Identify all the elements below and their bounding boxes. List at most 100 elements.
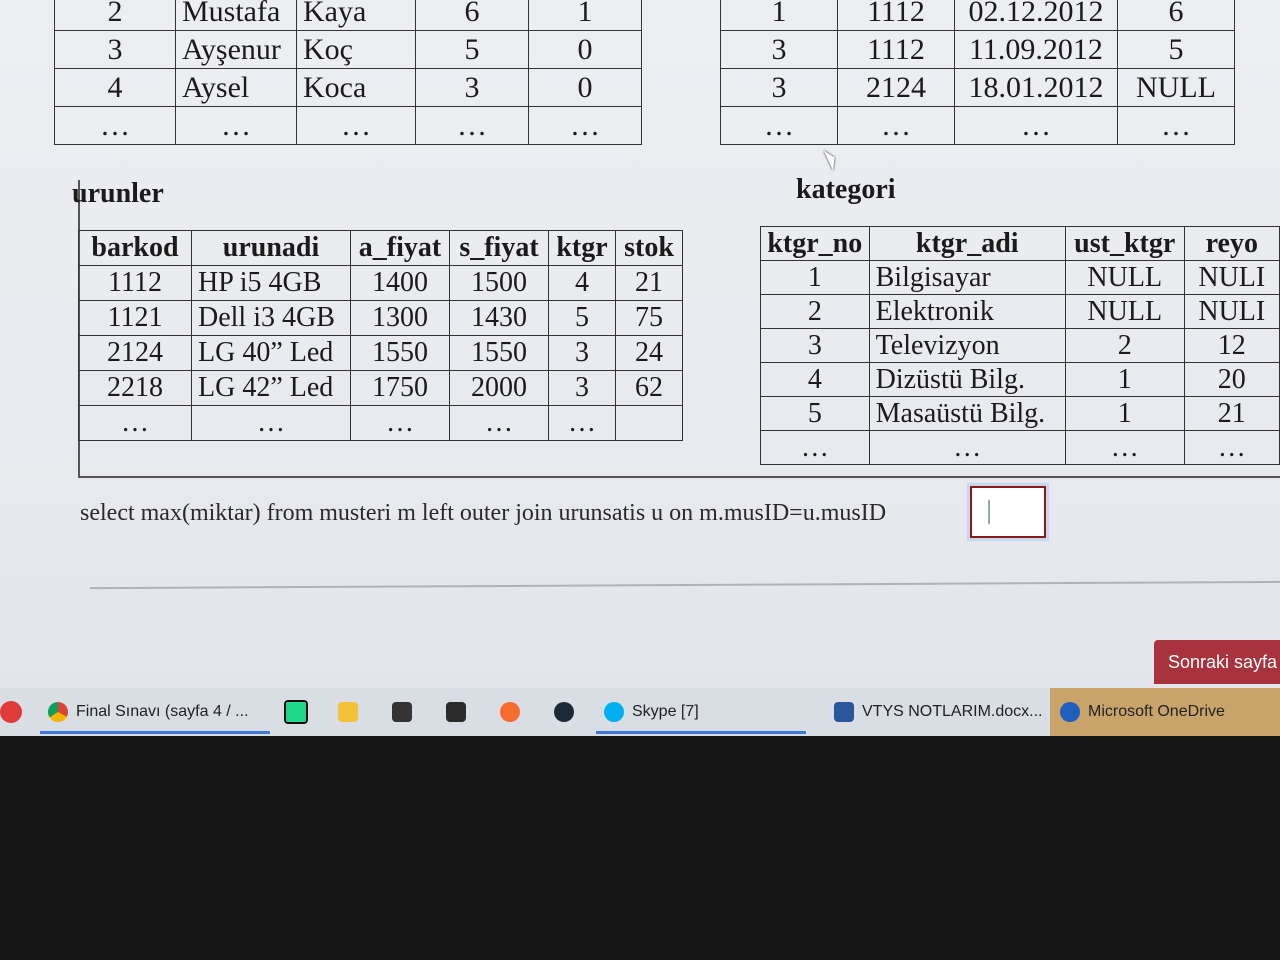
active-indicator [596, 731, 806, 734]
table-row: 2 Mustafa Kaya 6 1 [54, 0, 642, 31]
table-cell: 21 [1183, 396, 1280, 431]
table-cell: 6 [1117, 0, 1235, 31]
taskbar-item-pycharm[interactable] [284, 688, 308, 736]
table-row: 5 Masaüstü Bilg. 1 21 [760, 396, 1280, 431]
column-header: ktgr [548, 230, 616, 266]
table-cell: 1300 [350, 300, 450, 336]
table-cell: Aysel [175, 68, 297, 107]
answer-input[interactable] [970, 486, 1046, 538]
steam-icon [554, 702, 574, 722]
store-icon [392, 702, 412, 722]
table-cell: 1 [1064, 362, 1185, 397]
table-cell: … [528, 106, 642, 145]
skype-icon [604, 702, 624, 722]
taskbar-item-origin[interactable] [500, 688, 520, 736]
taskbar-item-label: Microsoft OneDrive [1088, 703, 1225, 720]
table-cell: 4 [54, 68, 176, 107]
taskbar-item-skype[interactable]: Skype [7] [596, 688, 806, 736]
taskbar-item-word[interactable]: VTYS NOTLARIM.docx... [834, 688, 1042, 736]
table-cell: 11.09.2012 [954, 30, 1118, 69]
next-page-button[interactable]: Sonraki sayfa [1154, 640, 1280, 684]
table-cell: 1550 [350, 335, 450, 371]
column-header: ust_ktgr [1064, 226, 1185, 261]
table-cell: 2218 [78, 370, 192, 406]
table-cell: 2 [760, 294, 870, 329]
table-cell: 4 [548, 265, 616, 301]
taskbar-item-onedrive[interactable]: Microsoft OneDrive [1050, 688, 1280, 736]
table-header-row: barkod urunadi a_fiyat s_fiyat ktgr stok [78, 230, 683, 266]
table-cell: 1121 [78, 300, 192, 336]
table-cell: 3 [720, 68, 838, 107]
table-cell: 3 [415, 68, 529, 107]
column-header: stok [615, 230, 683, 266]
table-row: … … … … [760, 430, 1280, 465]
taskbar-item-store[interactable] [392, 688, 412, 736]
table-cell: Mustafa [175, 0, 297, 31]
origin-icon [500, 702, 520, 722]
table-cell: LG 40” Led [191, 335, 351, 371]
table-cell: … [54, 106, 176, 145]
table-cell: … [548, 405, 616, 441]
table-cell: … [868, 430, 1066, 465]
table-cell: NULL [1117, 68, 1235, 107]
epic-games-icon [446, 702, 466, 722]
table-row: … … … … … [78, 405, 683, 441]
table-cell: 2 [1064, 328, 1185, 363]
taskbar-item-label: Final Sınavı (sayfa 4 / ... [76, 703, 249, 720]
table-cell: … [1183, 430, 1280, 465]
kategori-table: ktgr_no ktgr_adi ust_ktgr reyo 1 Bilgisa… [760, 226, 1280, 465]
table-row: 3 Televizyon 2 12 [760, 328, 1280, 363]
file-explorer-icon [338, 702, 358, 722]
table-cell: 3 [54, 30, 176, 69]
table-cell: 1750 [350, 370, 450, 406]
table-cell: 20 [1183, 362, 1280, 397]
taskbar: Final Sınavı (sayfa 4 / ... Skype [7] VT… [0, 688, 1280, 736]
active-indicator [40, 731, 270, 734]
table-cell: NULI [1183, 294, 1280, 329]
urunsatis-table: 1 1112 02.12.2012 6 3 1112 11.09.2012 5 … [720, 0, 1235, 145]
text-caret [988, 500, 990, 524]
table-cell: 62 [615, 370, 683, 406]
table-row: 1 1112 02.12.2012 6 [720, 0, 1235, 31]
taskbar-item-steam[interactable] [554, 688, 574, 736]
table-row: … … … … [720, 106, 1235, 145]
table-cell: 6 [415, 0, 529, 31]
table-cell: 3 [548, 335, 616, 371]
table-cell: HP i5 4GB [191, 265, 351, 301]
column-header: ktgr_no [760, 226, 870, 261]
table-cell: 5 [760, 396, 870, 431]
table-cell: 3 [760, 328, 870, 363]
table-cell: 12 [1183, 328, 1280, 363]
musteri-table: 2 Mustafa Kaya 6 1 3 Ayşenur Koç 5 0 4 A… [54, 0, 642, 145]
desk-background [0, 736, 1280, 960]
table-cell: 1112 [78, 265, 192, 301]
table-row: … … … … … [54, 106, 642, 145]
table-cell: 2000 [449, 370, 549, 406]
word-icon [834, 702, 854, 722]
table-cell: 18.01.2012 [954, 68, 1118, 107]
exam-page: 2 Mustafa Kaya 6 1 3 Ayşenur Koç 5 0 4 A… [0, 0, 1280, 740]
table-cell: NULI [1183, 260, 1280, 295]
table-row: 3 Ayşenur Koç 5 0 [54, 30, 642, 69]
column-header: a_fiyat [350, 230, 450, 266]
column-header: reyo [1183, 226, 1280, 261]
table-cell: 1430 [449, 300, 549, 336]
taskbar-start[interactable] [0, 688, 22, 736]
table-cell: 1 [720, 0, 838, 31]
table-cell: NULL [1064, 294, 1185, 329]
taskbar-item-explorer[interactable] [338, 688, 358, 736]
table-cell: … [720, 106, 838, 145]
taskbar-item-epic[interactable] [446, 688, 466, 736]
pycharm-icon [284, 700, 308, 724]
table-cell: … [1117, 106, 1235, 145]
table-cell: … [837, 106, 955, 145]
table-cell: Dizüstü Bilg. [868, 362, 1066, 397]
table-cell: Televizyon [868, 328, 1066, 363]
table-cell: 3 [548, 370, 616, 406]
divider [90, 580, 1280, 590]
column-header: s_fiyat [449, 230, 549, 266]
table-cell: 02.12.2012 [954, 0, 1118, 31]
kategori-caption: kategori [796, 174, 896, 205]
taskbar-item-chrome[interactable]: Final Sınavı (sayfa 4 / ... [40, 688, 270, 736]
table-cell: Elektronik [868, 294, 1066, 329]
